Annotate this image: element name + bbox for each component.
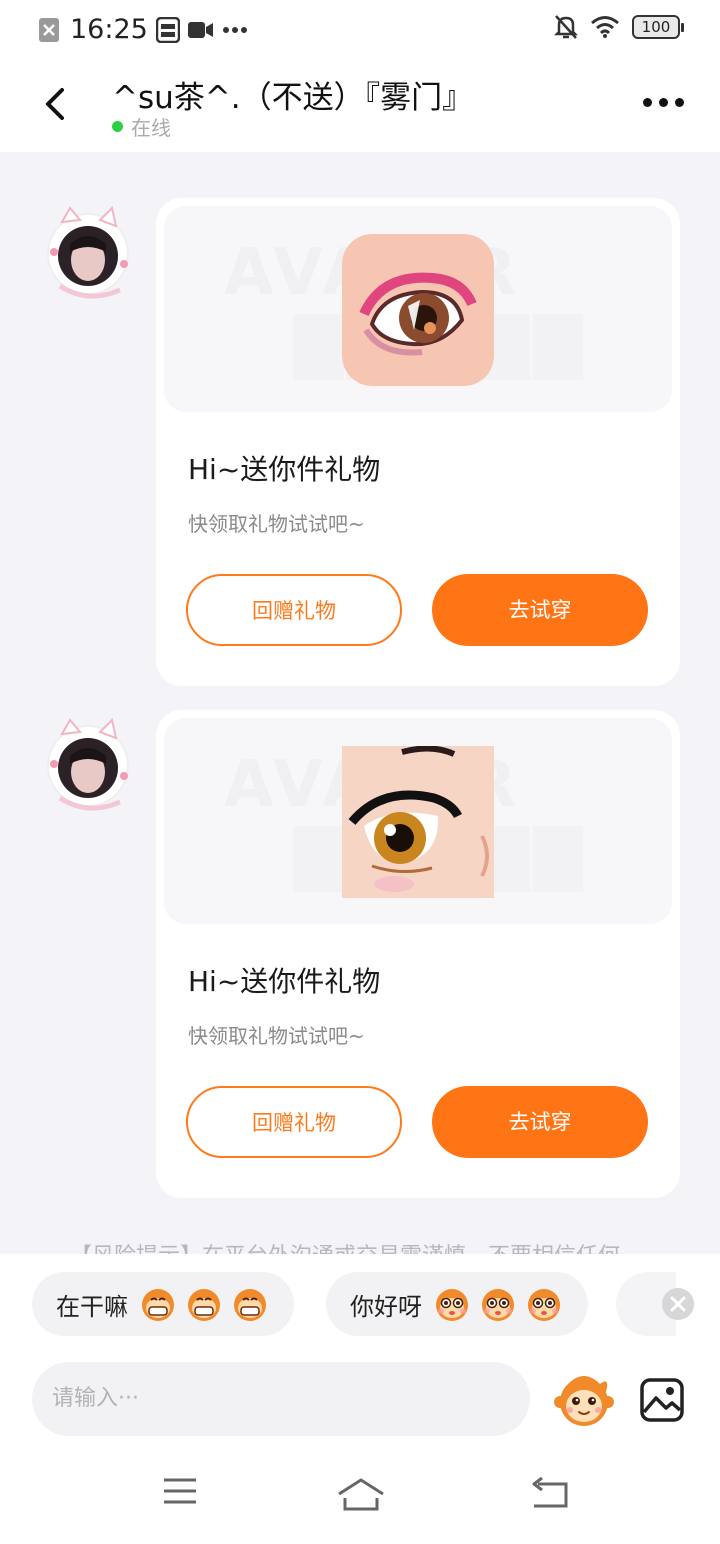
back-arrow-icon[interactable]: [36, 84, 76, 124]
status-bar: 16:25 100: [0, 0, 720, 58]
quick-reply-chip[interactable]: 你好呀: [326, 1272, 588, 1336]
gift-eye-image[interactable]: [342, 746, 494, 898]
emoji-mascot-icon[interactable]: [554, 1370, 614, 1430]
battery-indicator: 100: [632, 15, 684, 39]
gift-card-subtitle: 快领取礼物试试吧~: [188, 512, 365, 536]
message-input-container: [32, 1362, 530, 1436]
more-notifications-icon: [222, 26, 247, 33]
avatar[interactable]: [40, 716, 136, 816]
sim-card-icon: [155, 16, 180, 43]
quick-reply-chip[interactable]: 在干嘛: [32, 1272, 294, 1336]
video-icon: [187, 21, 213, 38]
gift-card-title: Hi~送你件礼物: [188, 453, 381, 486]
shy-monkey-icon: [482, 1289, 514, 1321]
gift-card-title: Hi~送你件礼物: [188, 965, 381, 998]
shy-monkey-icon: [528, 1289, 560, 1321]
grin-monkey-icon: [142, 1289, 174, 1321]
avatar[interactable]: [40, 204, 136, 304]
close-quick-replies-icon[interactable]: [662, 1288, 694, 1320]
online-status-text: 在线: [131, 116, 171, 140]
return-gift-button[interactable]: 回赠礼物: [186, 1086, 402, 1158]
try-on-button[interactable]: 去试穿: [432, 1086, 648, 1158]
gift-card: AVATAR ▇▇▇ ▇▇ Hi~送你件礼物 快领取礼物试试吧~ 回赠礼物 去试…: [156, 198, 680, 686]
back-nav-icon[interactable]: [528, 1476, 570, 1510]
gift-card-subtitle: 快领取礼物试试吧~: [188, 1024, 365, 1048]
quick-reply-text: 你好呀: [350, 1292, 422, 1321]
grin-monkey-icon: [234, 1289, 266, 1321]
grin-monkey-icon: [188, 1289, 220, 1321]
clock: 16:25: [70, 14, 148, 45]
input-panel: 在干嘛 你好呀: [0, 1254, 720, 1544]
gift-eye-makeup-image[interactable]: [342, 234, 494, 386]
online-dot: [112, 121, 123, 132]
home-nav-icon[interactable]: [336, 1476, 386, 1512]
notification-icon: [39, 17, 59, 42]
mute-bell-icon: [554, 15, 578, 39]
gift-card: AVATAR ▇▇▇ ▇▇ Hi~送你件礼物 快领取礼物试试吧~ 回赠礼物 去试…: [156, 710, 680, 1198]
menu-nav-icon[interactable]: [162, 1476, 198, 1506]
more-options-icon[interactable]: [643, 98, 684, 107]
wifi-icon: [591, 16, 619, 38]
shy-monkey-icon: [436, 1289, 468, 1321]
message-input[interactable]: [52, 1386, 530, 1411]
chat-header: ^su茶^.（不送）『雾门』 在线: [0, 58, 720, 152]
image-picker-icon[interactable]: [638, 1376, 686, 1424]
quick-reply-text: 在干嘛: [56, 1292, 128, 1321]
return-gift-button[interactable]: 回赠礼物: [186, 574, 402, 646]
chat-title: ^su茶^.（不送）『雾门』: [112, 80, 474, 116]
online-status: 在线: [112, 112, 171, 141]
try-on-button[interactable]: 去试穿: [432, 574, 648, 646]
